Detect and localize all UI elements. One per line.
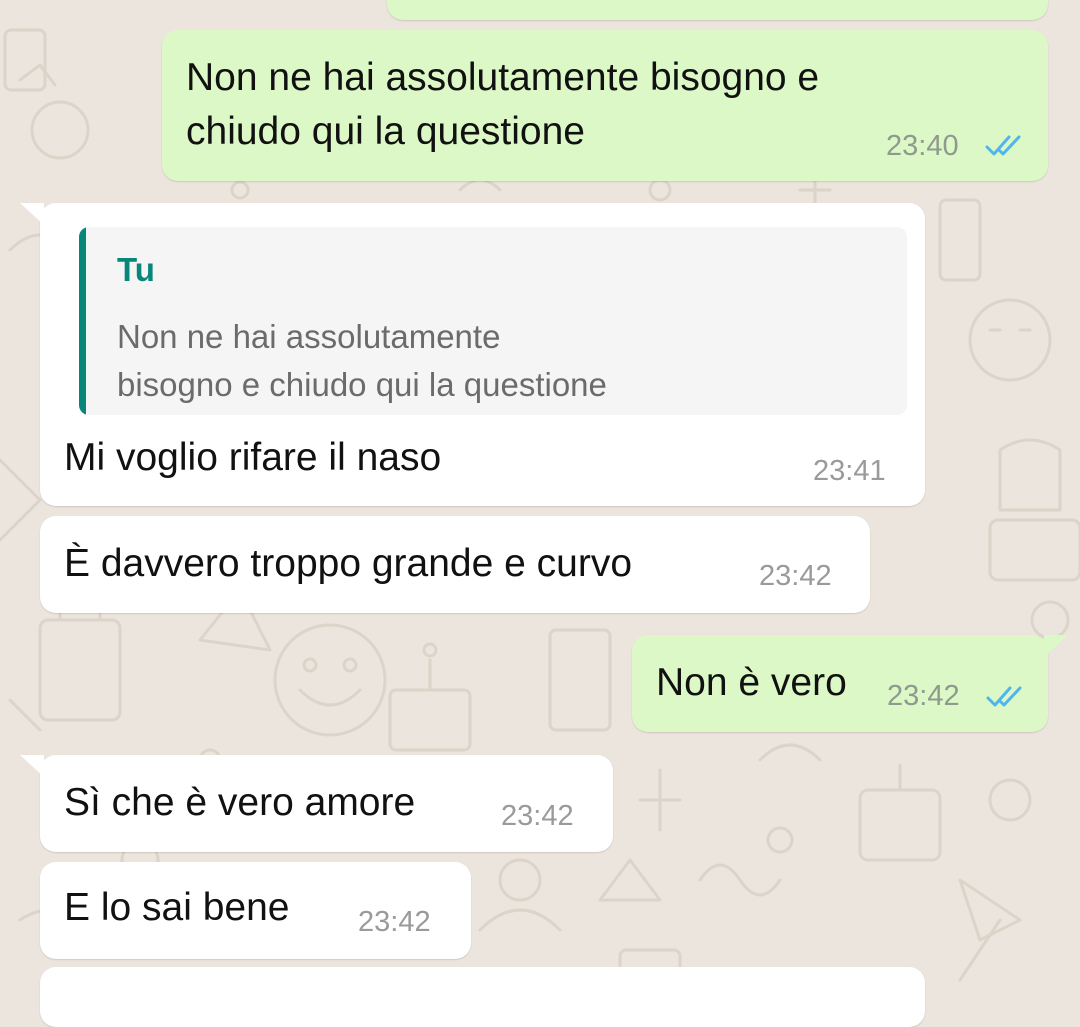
message-time: 23:42 [887,680,960,712]
message-time: 23:41 [813,455,886,487]
double-check-read-icon [986,686,1022,707]
message-time: 23:42 [358,906,431,938]
quoted-author: Tu [117,251,155,288]
message-time: 23:40 [886,130,959,162]
quoted-message[interactable]: Tu Non ne hai assolutamente bisogno e ch… [79,227,907,415]
message-text: È davvero troppo grande e curvo [64,542,633,585]
message-bubble-incoming[interactable]: E lo sai bene 23:42 [40,862,471,959]
message-bubble-incoming-reply[interactable]: Tu Non ne hai assolutamente bisogno e ch… [20,203,925,506]
quote-accent-bar [79,227,86,415]
message-time: 23:42 [501,800,574,832]
message-time: 23:42 [759,560,832,592]
bubble-tail [1044,635,1068,657]
message-bubble-partial-top[interactable] [387,0,1048,20]
quoted-text: Non ne hai assolutamente bisogno e chiud… [117,313,817,409]
bubble-tail [20,203,44,225]
message-text: Mi voglio rifare il naso [64,436,442,479]
message-text-line: chiudo qui la questione [186,110,585,153]
message-text: Sì che è vero amore [64,781,416,824]
message-bubble-outgoing[interactable]: Non è vero 23:42 [632,635,1068,732]
bubble-tail [20,755,44,777]
double-check-read-icon [985,135,1021,156]
message-bubble-incoming[interactable]: È davvero troppo grande e curvo 23:42 [40,516,870,613]
message-bubble-outgoing[interactable]: Non ne hai assolutamente bisogno e chiud… [162,30,1048,181]
message-bubble-partial-bottom[interactable] [40,967,925,1027]
message-text-line: Non ne hai assolutamente bisogno e [186,56,820,99]
message-text: E lo sai bene [64,886,290,929]
message-bubble-incoming[interactable]: Sì che è vero amore 23:42 [20,755,613,852]
quoted-text-line: bisogno e chiudo qui la questione [117,366,607,403]
quoted-text-line: Non ne hai assolutamente [117,318,501,355]
message-text: Non è vero [656,661,847,704]
